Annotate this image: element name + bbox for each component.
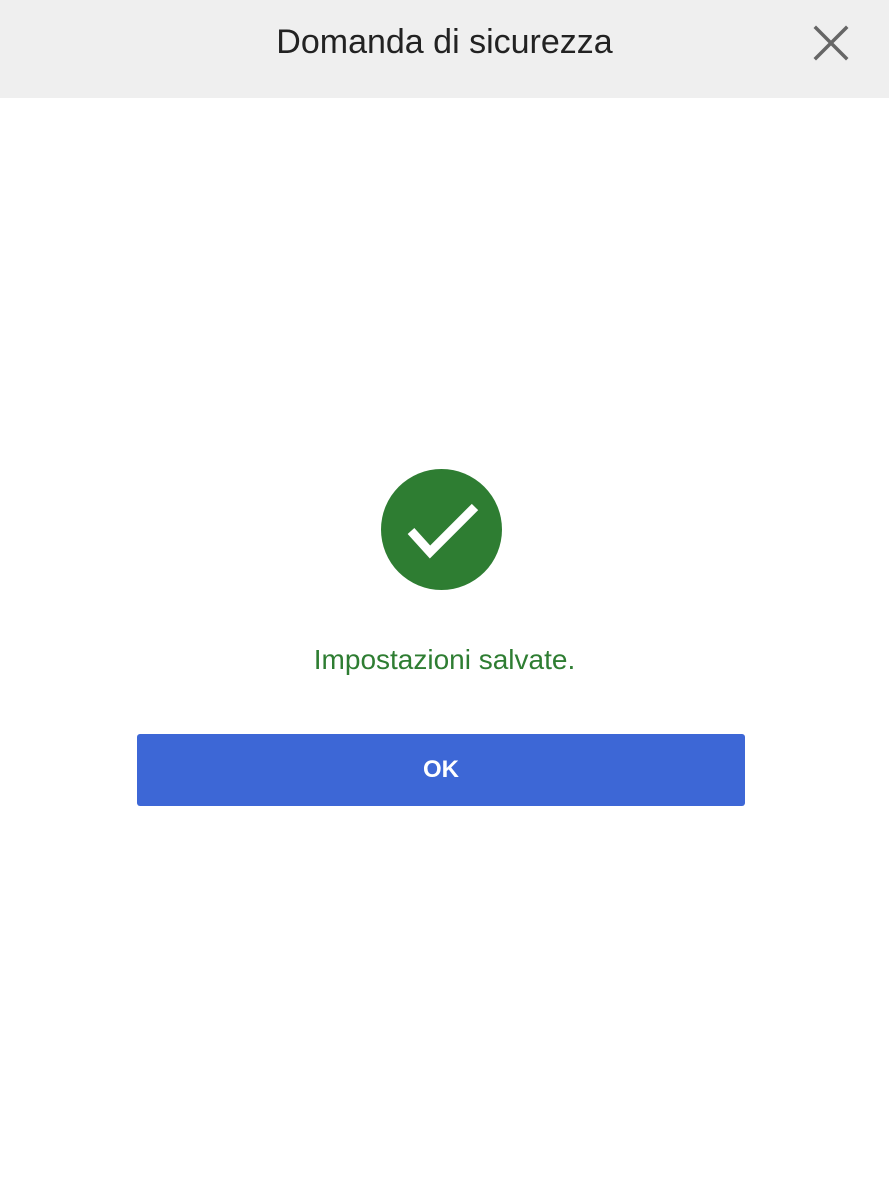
- check-circle-icon: [381, 469, 502, 590]
- dialog-title: Domanda di sicurezza: [276, 23, 613, 61]
- close-button[interactable]: [808, 20, 854, 66]
- close-icon: [813, 25, 849, 61]
- security-question-dialog: Domanda di sicurezza Impostazioni salvat…: [0, 0, 889, 1181]
- success-message: Impostazioni salvate.: [313, 644, 576, 675]
- dialog-header: Domanda di sicurezza: [0, 0, 889, 98]
- ok-button[interactable]: OK: [137, 734, 745, 806]
